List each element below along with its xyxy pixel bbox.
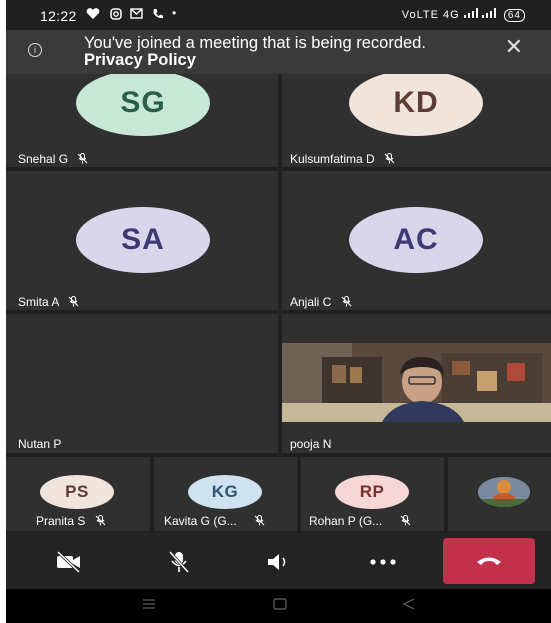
- system-nav-bar: [6, 589, 551, 623]
- participant-name-label: Kavita G (G...: [164, 514, 237, 528]
- participant-tile[interactable]: Nutan P: [6, 314, 278, 453]
- heart-shield-icon: [86, 8, 100, 23]
- participant-name-label: Snehal G: [18, 152, 69, 166]
- recording-banner: i You've joined a meeting that is being …: [6, 30, 551, 74]
- avatar: KG: [188, 475, 262, 509]
- gmail-icon: [130, 8, 143, 22]
- mic-off-button[interactable]: [164, 549, 194, 575]
- hang-up-icon: [477, 557, 501, 565]
- participant-tile[interactable]: SA Smita A: [6, 171, 278, 310]
- mic-muted-icon: [384, 153, 395, 164]
- avatar: PS: [40, 475, 114, 509]
- participant-name-label: Kulsumfatima D: [290, 152, 375, 166]
- participant-name-label: Rohan P (G...: [309, 514, 383, 528]
- mic-muted-icon: [400, 515, 410, 526]
- status-time: 12:22: [40, 8, 77, 24]
- participant-tile[interactable]: KG Kavita G (G...: [154, 457, 297, 531]
- mic-muted-icon: [68, 296, 79, 307]
- speaker-icon: [268, 554, 286, 570]
- participant-name: Anjali C: [290, 295, 352, 309]
- network-status: VoLTE 4G 64: [402, 8, 525, 22]
- participant-name-label: Anjali C: [290, 295, 332, 309]
- phone-icon: [152, 8, 164, 23]
- signal-icon: [463, 8, 478, 18]
- avatar: KD: [349, 70, 483, 136]
- participant-tile[interactable]: AC Anjali C: [282, 171, 551, 310]
- home-icon[interactable]: [272, 597, 288, 614]
- recents-icon[interactable]: [141, 597, 157, 613]
- avatar: SA: [76, 207, 210, 273]
- participant-name: Rohan P (G...: [309, 514, 411, 528]
- dot-icon: •: [172, 6, 177, 20]
- call-controls: [6, 533, 551, 589]
- signal-icon-2: [481, 8, 496, 18]
- avatar: RP: [335, 475, 409, 509]
- camera-off-icon: [56, 551, 81, 573]
- participant-video: [282, 343, 551, 422]
- avatar: AC: [349, 207, 483, 273]
- participant-tile[interactable]: PS Pranita S: [6, 457, 150, 531]
- hang-up-button[interactable]: [443, 538, 535, 584]
- mic-muted-icon: [254, 515, 265, 526]
- participant-name-label: Pranita S: [36, 514, 86, 528]
- camera-off-button[interactable]: [54, 549, 84, 575]
- participant-name: pooja N: [290, 437, 332, 451]
- participant-name: Smita A: [18, 295, 79, 309]
- instagram-icon: [110, 8, 122, 23]
- mic-off-icon: [168, 550, 190, 574]
- profile-photo: [478, 477, 530, 507]
- mic-muted-icon: [78, 153, 88, 164]
- participant-name: Nutan P: [18, 437, 62, 451]
- teams-meeting-screen: 12:22 • VoLTE 4G 64 i You've joined a me…: [6, 0, 551, 623]
- info-icon: i: [28, 43, 42, 57]
- participant-tile[interactable]: RP Rohan P (G...: [301, 457, 444, 531]
- profile-photo-image: [478, 477, 530, 507]
- participant-name: Snehal G: [18, 152, 88, 166]
- participant-name: Pranita S: [36, 514, 106, 528]
- banner-message: You've joined a meeting that is being re…: [84, 34, 426, 52]
- participant-tile-photo[interactable]: [448, 457, 551, 531]
- participant-name: Kavita G (G...: [164, 514, 265, 528]
- mic-muted-icon: [95, 515, 106, 526]
- network-label: VoLTE 4G: [401, 9, 460, 21]
- participant-name: Kulsumfatima D: [290, 152, 395, 166]
- back-icon[interactable]: [402, 597, 416, 614]
- video-frame: [282, 343, 551, 422]
- more-options-icon: [370, 559, 396, 565]
- close-icon[interactable]: ✕: [505, 34, 523, 60]
- status-bar: 12:22 • VoLTE 4G 64: [6, 0, 551, 28]
- banner-text: You've joined a meeting that is being re…: [84, 35, 464, 69]
- avatar: SG: [76, 70, 210, 136]
- battery-icon: 64: [503, 9, 525, 22]
- privacy-policy-link[interactable]: Privacy Policy: [84, 51, 196, 69]
- participant-name-label: Smita A: [18, 295, 59, 309]
- more-options-button[interactable]: [368, 549, 398, 575]
- speaker-button[interactable]: [264, 549, 294, 575]
- mic-muted-icon: [341, 296, 352, 307]
